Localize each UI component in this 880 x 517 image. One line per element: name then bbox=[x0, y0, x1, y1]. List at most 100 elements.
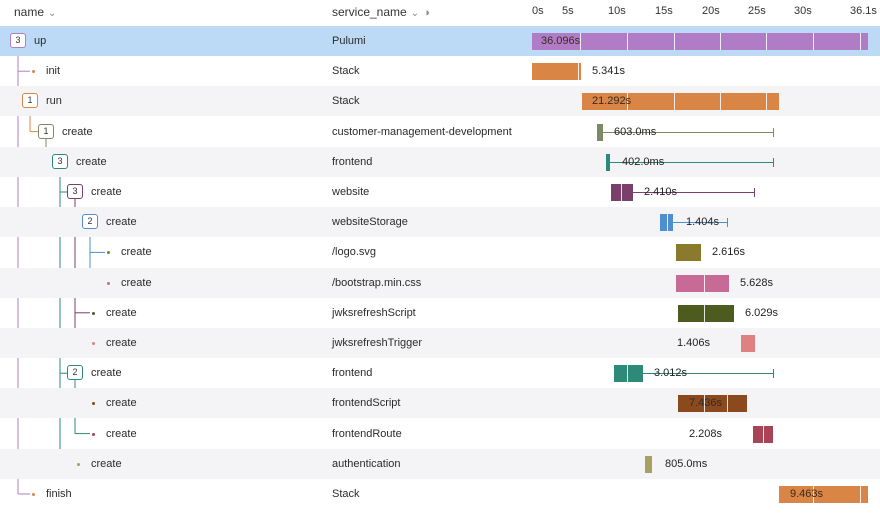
time-tick-label: 36.1s bbox=[850, 5, 877, 17]
duration-label: 3.012s bbox=[654, 367, 688, 380]
service-name: jwksrefreshScript bbox=[332, 306, 416, 319]
child-count-badge[interactable]: 2 bbox=[82, 214, 98, 230]
bar-gridline bbox=[578, 63, 579, 81]
child-count-badge[interactable]: 2 bbox=[67, 365, 83, 381]
service-column-header[interactable]: service_name ⌄ ◑ bbox=[332, 5, 430, 19]
duration-bar[interactable] bbox=[532, 63, 581, 81]
span-row[interactable]: create frontendRoute 2.208s bbox=[0, 419, 880, 449]
child-count-badge[interactable]: 3 bbox=[52, 153, 68, 169]
name-column-header[interactable]: name ⌄ bbox=[14, 5, 56, 19]
duration-bar[interactable] bbox=[645, 455, 652, 473]
name-column-label: name bbox=[14, 5, 45, 19]
duration-bar[interactable] bbox=[676, 244, 701, 262]
service-name: frontendScript bbox=[332, 397, 401, 410]
whisker-cap bbox=[773, 157, 774, 167]
span-name: finish bbox=[46, 488, 72, 500]
chevron-down-icon[interactable]: ⌄ bbox=[48, 8, 56, 19]
bar-gridline bbox=[674, 33, 675, 50]
service-name: Pulumi bbox=[332, 35, 366, 47]
duration-label: 1.404s bbox=[686, 216, 720, 229]
duration-bar[interactable] bbox=[753, 425, 773, 443]
child-count-badge[interactable]: 3 bbox=[10, 33, 26, 48]
leaf-dot-icon bbox=[92, 342, 95, 345]
service-name: frontendRoute bbox=[332, 427, 402, 440]
duration-label: 5.628s bbox=[740, 276, 774, 289]
span-name: create bbox=[62, 125, 93, 138]
span-name: init bbox=[46, 65, 61, 78]
duration-label: 402.0ms bbox=[622, 155, 665, 168]
leaf-dot-icon bbox=[32, 493, 35, 496]
span-name: up bbox=[34, 35, 47, 47]
service-name: customer-management-development bbox=[332, 125, 512, 138]
bar-gridline bbox=[627, 33, 628, 50]
duration-label: 5.341s bbox=[592, 65, 626, 78]
span-row[interactable]: 3 create frontend 402.0ms bbox=[0, 146, 880, 177]
leaf-dot-icon bbox=[77, 462, 80, 466]
duration-label: 6.029s bbox=[745, 306, 779, 319]
whisker-cap bbox=[773, 369, 774, 379]
span-name: create bbox=[121, 276, 152, 289]
span-name: create bbox=[121, 246, 152, 259]
span-row[interactable]: create jwksrefreshTrigger 1.406s bbox=[0, 328, 880, 358]
span-row[interactable]: create/logo.svg 2.616s bbox=[0, 237, 880, 267]
duration-bar[interactable] bbox=[741, 335, 755, 352]
span-row[interactable]: finish Stack 9.463s bbox=[0, 479, 880, 509]
duration-bar[interactable] bbox=[614, 365, 643, 383]
span-row[interactable]: 3 create website 2.410s bbox=[0, 177, 880, 207]
duration-bar[interactable] bbox=[660, 214, 673, 232]
bar-gridline bbox=[766, 93, 767, 111]
duration-bar[interactable] bbox=[606, 153, 610, 171]
whisker-cap bbox=[727, 218, 728, 228]
chevron-down-icon[interactable]: ⌄ bbox=[411, 8, 419, 19]
leaf-dot-icon bbox=[92, 311, 95, 315]
child-count-badge[interactable]: 1 bbox=[38, 123, 54, 139]
span-row[interactable]: 3 up Pulumi 36.096s bbox=[0, 26, 880, 56]
span-row[interactable]: create jwksrefreshScript 6.029s bbox=[0, 298, 880, 328]
service-name: authentication bbox=[332, 457, 401, 470]
bar-gridline bbox=[720, 93, 721, 111]
duration-label: 36.096s bbox=[541, 35, 581, 47]
bar-gridline bbox=[763, 425, 764, 443]
span-name: create bbox=[106, 216, 137, 229]
bar-gridline bbox=[727, 395, 728, 413]
span-row[interactable]: 2 create frontend 3.012s bbox=[0, 358, 880, 388]
span-row[interactable]: 1 run Stack 21.292s bbox=[0, 86, 880, 117]
duration-bar[interactable] bbox=[532, 33, 868, 50]
service-name: websiteStorage bbox=[332, 216, 408, 229]
duration-bar[interactable] bbox=[597, 123, 603, 141]
service-name: website bbox=[332, 186, 370, 198]
leaf-dot-icon bbox=[92, 402, 95, 406]
span-name: create bbox=[91, 186, 122, 198]
service-column-label: service_name bbox=[332, 5, 407, 19]
span-row[interactable]: create/bootstrap.min.css 5.628s bbox=[0, 267, 880, 298]
duration-bar[interactable] bbox=[678, 304, 734, 322]
bar-gridline bbox=[704, 274, 705, 292]
leaf-dot-icon bbox=[32, 70, 35, 74]
child-count-badge[interactable]: 1 bbox=[22, 93, 38, 109]
whisker-cap bbox=[754, 188, 755, 197]
time-tick-label: 25s bbox=[748, 5, 766, 17]
time-tick-label: 15s bbox=[655, 5, 673, 17]
span-row[interactable]: init Stack 5.341s bbox=[0, 56, 880, 86]
span-name: run bbox=[46, 95, 62, 108]
service-name: /logo.svg bbox=[332, 246, 377, 259]
service-name: Stack bbox=[332, 65, 360, 78]
span-row[interactable]: 2 create websiteStorage 1.404s bbox=[0, 207, 880, 238]
column-header: name ⌄ service_name ⌄ ◑ 0s 5s 10s 15s 20s 25s 30s… bbox=[0, 0, 880, 26]
duration-bar[interactable] bbox=[611, 184, 633, 201]
time-tick-label: 10s bbox=[608, 5, 626, 17]
service-name: frontend bbox=[332, 155, 373, 168]
span-row[interactable]: create authentication 805.0ms bbox=[0, 448, 880, 479]
service-name: jwksrefreshTrigger bbox=[332, 337, 423, 349]
filter-icon[interactable]: ◑ bbox=[423, 7, 430, 19]
span-row[interactable]: create frontendScript 7.436s bbox=[0, 388, 880, 419]
bar-gridline bbox=[813, 33, 814, 50]
service-name: Stack bbox=[332, 95, 360, 108]
bar-gridline bbox=[704, 304, 705, 322]
duration-bar[interactable] bbox=[676, 274, 729, 292]
span-row[interactable]: 1 create customer-management-development 60… bbox=[0, 117, 880, 147]
duration-label: 1.406s bbox=[677, 337, 711, 349]
duration-label: 9.463s bbox=[790, 488, 824, 500]
child-count-badge[interactable]: 3 bbox=[67, 184, 83, 199]
bar-gridline bbox=[667, 214, 668, 232]
